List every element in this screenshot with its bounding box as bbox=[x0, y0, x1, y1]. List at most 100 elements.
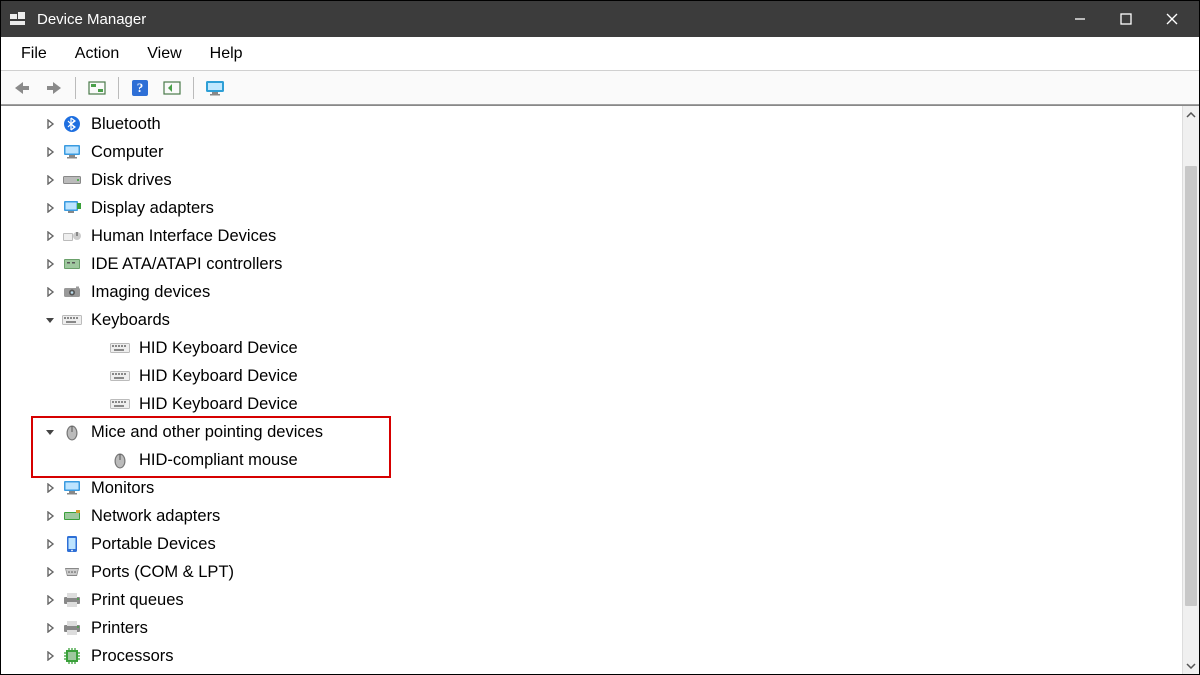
chevron-right-icon[interactable] bbox=[41, 479, 59, 497]
display-device-button[interactable] bbox=[202, 76, 228, 100]
menu-view[interactable]: View bbox=[133, 41, 195, 67]
chevron-right-icon[interactable] bbox=[41, 507, 59, 525]
minimize-button[interactable] bbox=[1057, 1, 1103, 37]
back-button[interactable] bbox=[9, 76, 35, 100]
network-icon bbox=[61, 507, 83, 525]
keyboard-icon bbox=[109, 367, 131, 385]
tree-row[interactable]: Monitors bbox=[1, 474, 1181, 502]
menu-action[interactable]: Action bbox=[61, 41, 133, 67]
show-hidden-button[interactable] bbox=[84, 76, 110, 100]
expander-none bbox=[89, 451, 107, 469]
tree-row-label: HID Keyboard Device bbox=[139, 367, 298, 386]
expander-none bbox=[89, 395, 107, 413]
processor-icon bbox=[61, 647, 83, 665]
tree-row-label: Keyboards bbox=[91, 311, 170, 330]
tree-row[interactable]: HID Keyboard Device bbox=[1, 334, 1181, 362]
chevron-right-icon[interactable] bbox=[41, 255, 59, 273]
bluetooth-icon bbox=[61, 115, 83, 133]
close-button[interactable] bbox=[1149, 1, 1195, 37]
portable-icon bbox=[61, 535, 83, 553]
tree-row[interactable]: Human Interface Devices bbox=[1, 222, 1181, 250]
mouse-icon bbox=[61, 423, 83, 441]
scroll-up-icon[interactable] bbox=[1183, 106, 1199, 123]
chevron-right-icon[interactable] bbox=[41, 199, 59, 217]
tree-row-label: Processors bbox=[91, 647, 174, 666]
tree-row[interactable]: IDE ATA/ATAPI controllers bbox=[1, 250, 1181, 278]
chevron-right-icon[interactable] bbox=[41, 227, 59, 245]
mouse-icon bbox=[109, 451, 131, 469]
maximize-button[interactable] bbox=[1103, 1, 1149, 37]
window-controls bbox=[1057, 1, 1195, 37]
display-adapter-icon bbox=[61, 199, 83, 217]
tree-row-label: HID-compliant mouse bbox=[139, 451, 298, 470]
printer-icon bbox=[61, 619, 83, 637]
tree-row-label: Network adapters bbox=[91, 507, 220, 526]
tree-row[interactable]: Mice and other pointing devices bbox=[1, 418, 1181, 446]
tree-row[interactable]: Network adapters bbox=[1, 502, 1181, 530]
tree-row[interactable]: HID-compliant mouse bbox=[1, 446, 1181, 474]
app-icon bbox=[9, 11, 27, 27]
menu-file[interactable]: File bbox=[7, 41, 61, 67]
menu-help[interactable]: Help bbox=[196, 41, 257, 67]
keyboard-icon bbox=[109, 395, 131, 413]
tree-row[interactable]: Printers bbox=[1, 614, 1181, 642]
toolbar-separator bbox=[75, 77, 76, 99]
monitor-icon bbox=[61, 479, 83, 497]
chevron-right-icon[interactable] bbox=[41, 591, 59, 609]
window-title: Device Manager bbox=[37, 11, 146, 28]
tree-row-label: Printers bbox=[91, 619, 148, 638]
tree-row[interactable]: Portable Devices bbox=[1, 530, 1181, 558]
toolbar-separator bbox=[118, 77, 119, 99]
device-tree[interactable]: BluetoothComputer Disk drives Display adap… bbox=[1, 108, 1181, 674]
toolbar: ? bbox=[1, 71, 1199, 105]
vertical-scrollbar[interactable] bbox=[1182, 106, 1199, 674]
tree-row[interactable]: Imaging devices bbox=[1, 278, 1181, 306]
tree-row[interactable]: Computer bbox=[1, 138, 1181, 166]
tree-row-label: Imaging devices bbox=[91, 283, 210, 302]
tree-row-label: Mice and other pointing devices bbox=[91, 423, 323, 442]
scroll-down-icon[interactable] bbox=[1183, 657, 1199, 674]
content-area: BluetoothComputer Disk drives Display adap… bbox=[1, 105, 1199, 674]
expander-none bbox=[89, 339, 107, 357]
tree-row[interactable]: Print queues bbox=[1, 586, 1181, 614]
tree-row-label: Display adapters bbox=[91, 199, 214, 218]
chevron-right-icon[interactable] bbox=[41, 115, 59, 133]
tree-row[interactable]: Bluetooth bbox=[1, 110, 1181, 138]
tree-row[interactable]: Processors bbox=[1, 642, 1181, 670]
chevron-right-icon[interactable] bbox=[41, 563, 59, 581]
tree-row[interactable]: Display adapters bbox=[1, 194, 1181, 222]
tree-row[interactable]: Ports (COM & LPT) bbox=[1, 558, 1181, 586]
imaging-icon bbox=[61, 283, 83, 301]
tree-row-label: Disk drives bbox=[91, 171, 172, 190]
chevron-right-icon[interactable] bbox=[41, 647, 59, 665]
tree-row[interactable]: Disk drives bbox=[1, 166, 1181, 194]
tree-row-label: Monitors bbox=[91, 479, 154, 498]
chevron-right-icon[interactable] bbox=[41, 535, 59, 553]
chevron-right-icon[interactable] bbox=[41, 171, 59, 189]
chevron-right-icon[interactable] bbox=[41, 143, 59, 161]
keyboard-icon bbox=[61, 311, 83, 329]
tree-row-label: Print queues bbox=[91, 591, 184, 610]
hid-icon bbox=[61, 227, 83, 245]
chevron-right-icon[interactable] bbox=[41, 283, 59, 301]
scroll-thumb[interactable] bbox=[1185, 166, 1197, 606]
tree-row-label: HID Keyboard Device bbox=[139, 395, 298, 414]
keyboard-icon bbox=[109, 339, 131, 357]
ports-icon bbox=[61, 563, 83, 581]
computer-icon bbox=[61, 143, 83, 161]
svg-text:?: ? bbox=[137, 80, 144, 95]
tree-row-label: Portable Devices bbox=[91, 535, 216, 554]
tree-row[interactable]: HID Keyboard Device bbox=[1, 362, 1181, 390]
scan-button[interactable] bbox=[159, 76, 185, 100]
tree-row-label: HID Keyboard Device bbox=[139, 339, 298, 358]
chevron-down-icon[interactable] bbox=[41, 311, 59, 329]
forward-button[interactable] bbox=[41, 76, 67, 100]
tree-row[interactable]: Keyboards bbox=[1, 306, 1181, 334]
print-queue-icon bbox=[61, 591, 83, 609]
chevron-down-icon[interactable] bbox=[41, 423, 59, 441]
chevron-right-icon[interactable] bbox=[41, 619, 59, 637]
help-button[interactable]: ? bbox=[127, 76, 153, 100]
tree-row-label: Ports (COM & LPT) bbox=[91, 563, 234, 582]
ide-icon bbox=[61, 255, 83, 273]
tree-row[interactable]: HID Keyboard Device bbox=[1, 390, 1181, 418]
